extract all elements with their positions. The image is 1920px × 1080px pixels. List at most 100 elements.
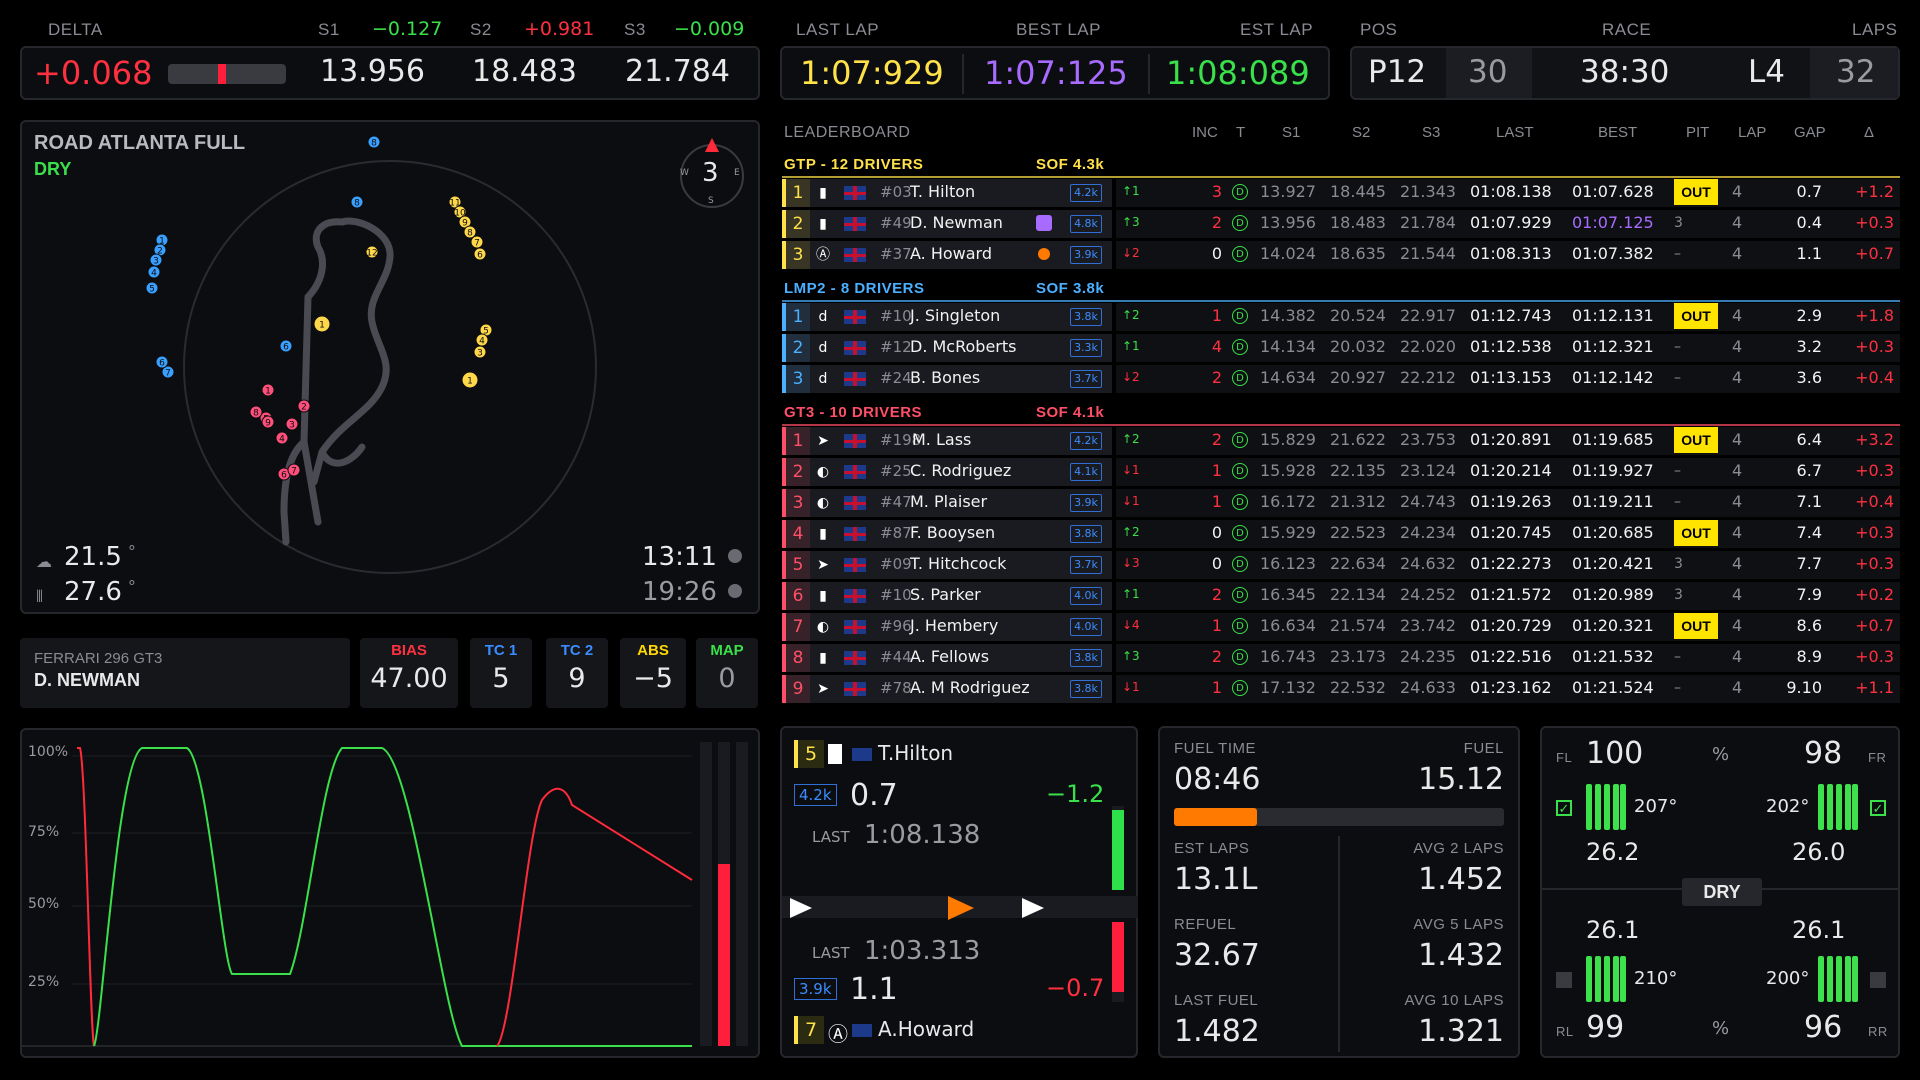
fl-checkbox[interactable]: ✓: [1556, 800, 1572, 817]
est-lap-label: EST LAP: [1240, 20, 1314, 39]
setting-value: 47.00: [370, 663, 448, 694]
divider: [1148, 54, 1150, 94]
rl-checkbox[interactable]: [1556, 972, 1572, 988]
car-marker[interactable]: 8: [249, 405, 263, 419]
track-map: 8812345676121110987654311123456789: [145, 135, 597, 574]
table-row[interactable]: 1 ➤ #198 M. Lass 4.2k ↑2 2 D 15.829 21.622 23.753 0…: [782, 426, 1900, 455]
lap-count: 4: [1732, 337, 1743, 356]
class-header: GT3 - 10 DRIVERS SOF 4.1k: [782, 400, 1900, 426]
car-marker[interactable]: 3: [149, 253, 163, 267]
car-marker[interactable]: 7: [287, 463, 301, 477]
table-row[interactable]: 4 ▮ #87 F. Booysen 3.8k ↑2 0 D 15.929 22.523 24.23…: [782, 519, 1900, 548]
car-marker[interactable]: 8: [367, 135, 381, 149]
car-marker[interactable]: 1: [313, 315, 331, 333]
tyre-compound-icon: D: [1232, 649, 1248, 665]
table-row[interactable]: 5 ➤ #09 T. Hitchcock 3.7k ↓3 0 D 16.123 22.634 24.…: [782, 550, 1900, 579]
sector-2: 21.312: [1330, 492, 1386, 511]
compass-w: W: [680, 168, 689, 178]
car-marker[interactable]: 12: [365, 245, 379, 259]
sector-2: 20.032: [1330, 337, 1386, 356]
delta: +1.1: [1855, 678, 1894, 697]
est-lap-time: 1:08:089: [1166, 54, 1310, 92]
avg10-label: AVG 10 LAPS: [1404, 992, 1504, 1009]
laps-label: LAPS: [1852, 20, 1898, 39]
delta-bar: [168, 64, 286, 84]
table-row[interactable]: 8 ▮ #44 A. Fellows 3.8k ↑3 2 D 16.743 23.173 24.23…: [782, 643, 1900, 672]
driver-name: A. M Rodriguez: [910, 678, 1030, 697]
manufacturer-icon: ▮: [819, 216, 827, 232]
map-setting[interactable]: MAP 0: [696, 638, 758, 708]
positions-gained: ↓1: [1122, 463, 1140, 477]
table-row[interactable]: 7 ◐ #96 J. Hembery 4.0k ↓4 1 D 16.634 21.574 23.74…: [782, 612, 1900, 641]
gap: 7.9: [1796, 585, 1822, 604]
car-marker[interactable]: 4: [147, 265, 161, 279]
local-clock: 19:26: [642, 577, 717, 607]
positions-gained: ↓1: [1122, 494, 1140, 508]
car-marker[interactable]: 4: [275, 431, 289, 445]
car-number: #25: [880, 462, 912, 480]
tc2-setting[interactable]: TC 2 9: [546, 638, 608, 708]
col-gap: GAP: [1794, 124, 1826, 141]
delta: +0.4: [1855, 368, 1894, 387]
brake-bias-setting[interactable]: BIAS 47.00: [360, 638, 458, 708]
car-number: #12: [880, 338, 912, 356]
car-marker[interactable]: 6: [473, 247, 487, 261]
driver-name: S. Parker: [910, 585, 981, 604]
table-row[interactable]: 9 ➤ #78 A. M Rodriguez 3.8k ↓1 1 D 17.132 22.532 2…: [782, 674, 1900, 703]
incidents: 1: [1211, 678, 1222, 697]
nation-flag-icon: [844, 620, 866, 634]
incidents: 4: [1211, 337, 1222, 356]
irating-badge: 3.3k: [1070, 339, 1102, 357]
positions-gained: ↑3: [1122, 649, 1140, 663]
car-marker[interactable]: 8: [350, 195, 364, 209]
nation-flag-icon: [844, 589, 866, 603]
delta: +0.3: [1855, 523, 1894, 542]
laptimes-panel: 1:07:929 1:07:125 1:08:089: [780, 46, 1330, 100]
race-panel: P12 30 38:30 L4 32: [1350, 46, 1900, 100]
pos-label: POS: [1360, 20, 1398, 39]
table-row[interactable]: 2 ▮ #49 D. Newman 4.8k ↑3 2 D 13.956 18.483 21.784…: [782, 209, 1900, 238]
sector-1: 16.172: [1260, 492, 1316, 511]
col-last: LAST: [1496, 124, 1534, 141]
manufacturer-icon: d: [818, 340, 828, 356]
incidents: 3: [1211, 182, 1222, 201]
pit-status: –: [1674, 680, 1681, 696]
delta-value: +0.068: [34, 54, 153, 92]
tyre-surface-badge: DRY: [1682, 878, 1762, 906]
tyre-compound-icon: D: [1232, 184, 1248, 200]
tyre-compound-icon: D: [1232, 463, 1248, 479]
table-row[interactable]: 3 Ⓐ #37 A. Howard 3.9k ↓2 0 D 14.024 18.635 21.544…: [782, 240, 1900, 269]
car-marker[interactable]: 9: [261, 415, 275, 429]
driver-name: C. Rodriguez: [910, 461, 1012, 480]
car-marker[interactable]: 6: [155, 355, 169, 369]
table-row[interactable]: 1 ▮ #03 T. Hilton 4.2k ↑1 3 D 13.927 18.445 21.343…: [782, 178, 1900, 207]
sector-2: 18.635: [1330, 244, 1386, 263]
car-marker[interactable]: 6: [279, 339, 293, 353]
irating-badge: 4.0k: [1070, 618, 1102, 636]
table-row[interactable]: 6 ▮ #10 S. Parker 4.0k ↑1 2 D 16.345 22.134 24.252…: [782, 581, 1900, 610]
fr-checkbox[interactable]: ✓: [1870, 800, 1886, 817]
car-marker[interactable]: 2: [297, 399, 311, 413]
car-marker[interactable]: 3: [473, 345, 487, 359]
rr-checkbox[interactable]: [1870, 972, 1886, 988]
car-marker[interactable]: 1: [461, 371, 479, 389]
sector-2-time: 18.483: [472, 54, 577, 89]
car-marker[interactable]: 5: [145, 281, 159, 295]
tc1-setting[interactable]: TC 1 5: [470, 638, 532, 708]
setting-label: ABS: [637, 642, 669, 659]
best-lap: 01:20.685: [1572, 523, 1654, 542]
row-position: 3: [782, 241, 810, 269]
car-marker[interactable]: 4: [475, 333, 489, 347]
lap-count: 4: [1732, 616, 1743, 635]
table-row[interactable]: 2 d #12 D. McRoberts 3.3k ↑1 4 D 14.134 20.032 22.…: [782, 333, 1900, 362]
abs-setting[interactable]: ABS −5: [620, 638, 686, 708]
lap-count: 4: [1732, 244, 1743, 263]
table-row[interactable]: 2 ◐ #25 C. Rodriguez 4.1k ↓1 1 D 15.928 22.135 23.…: [782, 457, 1900, 486]
car-marker[interactable]: 3: [285, 417, 299, 431]
car-marker[interactable]: 7: [470, 235, 484, 249]
table-row[interactable]: 1 d #10 J. Singleton 3.8k ↑2 1 D 14.382 20.524 22.…: [782, 302, 1900, 331]
table-row[interactable]: 3 ◐ #47 M. Plaiser 3.9k ↓1 1 D 16.172 21.312 24.74…: [782, 488, 1900, 517]
sector-2: 21.574: [1330, 616, 1386, 635]
car-marker[interactable]: 1: [261, 383, 275, 397]
table-row[interactable]: 3 d #24 B. Bones 3.7k ↓2 2 D 14.634 20.927 22.212 0…: [782, 364, 1900, 393]
